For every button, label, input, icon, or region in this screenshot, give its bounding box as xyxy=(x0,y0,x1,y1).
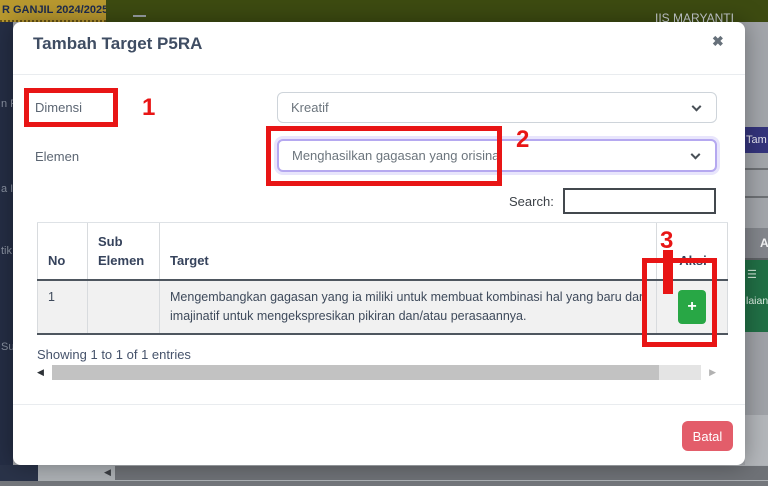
background-table xyxy=(745,153,768,228)
search-input[interactable] xyxy=(563,188,716,214)
page-bottom-bar xyxy=(0,481,768,486)
app-sidebar: n P a I tik Su xyxy=(0,22,13,486)
cell-aksi: + xyxy=(657,281,728,333)
column-header-no[interactable]: No xyxy=(37,223,88,279)
table-hscrollbar-thumb[interactable] xyxy=(52,365,659,380)
table-hscrollbar-track[interactable] xyxy=(52,365,701,380)
sidebar-bottom xyxy=(0,465,38,481)
background-table-border xyxy=(745,196,768,198)
dimensi-selected-value: Kreatif xyxy=(291,100,329,115)
background-table-border xyxy=(745,168,768,170)
table-header-row: No Sub Elemen Target Aksi xyxy=(37,223,728,281)
cell-sub-elemen xyxy=(88,281,160,333)
scroll-right-icon[interactable]: ▶ xyxy=(701,367,716,378)
chevron-down-icon xyxy=(691,149,701,159)
entries-info: Showing 1 to 1 of 1 entries xyxy=(37,347,191,362)
dimensi-label: Dimensi xyxy=(35,100,82,115)
dimensi-select[interactable]: Kreatif xyxy=(277,92,717,123)
cell-target: Mengembangkan gagasan yang ia miliki unt… xyxy=(160,281,657,333)
column-header-target[interactable]: Target xyxy=(160,223,657,279)
add-target-button[interactable]: + xyxy=(678,290,706,324)
elemen-selected-value: Menghasilkan gagasan yang orisinal xyxy=(292,148,502,163)
sidebar-item-fragment[interactable]: Su xyxy=(1,341,13,353)
cell-no: 1 xyxy=(37,281,88,333)
cancel-button[interactable]: Batal xyxy=(682,421,733,451)
divider xyxy=(13,74,745,75)
divider xyxy=(13,404,745,405)
background-content xyxy=(745,22,768,127)
background-aksi-header: A xyxy=(745,228,768,258)
close-icon[interactable]: ✖ xyxy=(712,33,724,50)
chevron-down-icon xyxy=(692,101,702,111)
sidebar-item-fragment[interactable]: tik xyxy=(1,245,12,257)
app-topbar xyxy=(0,0,768,22)
search-label: Search: xyxy=(509,194,554,209)
scroll-left-icon[interactable]: ◀ xyxy=(37,367,52,378)
scroll-left-icon[interactable]: ◀ xyxy=(104,467,111,478)
penilaian-button-label: laian xyxy=(745,295,768,307)
table-hscrollbar: ◀ ▶ xyxy=(37,364,716,381)
menu-icon: ☰ xyxy=(747,268,768,281)
column-header-sub-elemen[interactable]: Sub Elemen xyxy=(88,223,160,279)
elemen-select[interactable]: Menghasilkan gagasan yang orisinal xyxy=(277,139,717,172)
target-table: No Sub Elemen Target Aksi 1 Mengembangka… xyxy=(37,222,728,335)
table-row: 1 Mengembangkan gagasan yang ia miliki u… xyxy=(37,281,728,335)
sidebar-item-fragment[interactable]: n P xyxy=(1,98,13,110)
minimize-dash-icon xyxy=(133,15,146,17)
tambah-button-fragment[interactable]: Tam xyxy=(745,127,768,153)
column-header-aksi[interactable]: Aksi xyxy=(657,223,728,279)
sidebar-item-fragment[interactable]: a I xyxy=(1,183,13,195)
page-hscrollbar-thumb[interactable] xyxy=(115,466,768,480)
penilaian-button-fragment[interactable]: ☰ laian xyxy=(745,260,768,332)
modal-title: Tambah Target P5RA xyxy=(33,34,202,54)
background-content xyxy=(745,332,768,415)
semester-badge[interactable]: R GANJIL 2024/2025 xyxy=(0,0,106,22)
elemen-label: Elemen xyxy=(35,149,79,164)
